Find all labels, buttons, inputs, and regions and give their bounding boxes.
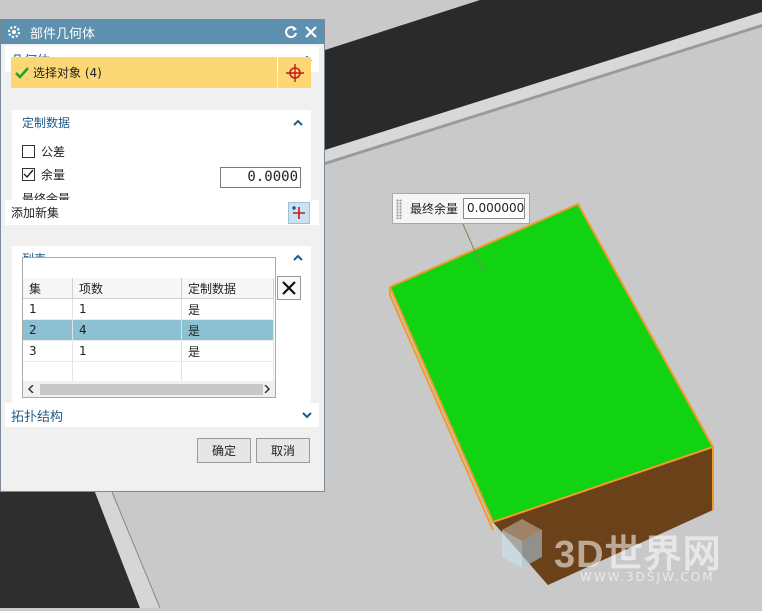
chevron-up-icon[interactable] xyxy=(292,117,304,129)
tolerance-checkbox[interactable] xyxy=(22,145,35,158)
custom-data-header[interactable]: 定制数据 xyxy=(22,114,70,130)
table-header-row: 集 项数 定制数据 xyxy=(23,278,274,299)
table-row-empty xyxy=(23,361,274,383)
float-value-input[interactable]: 0.0000000 xyxy=(463,198,526,219)
stock-label: 余量 xyxy=(41,168,66,182)
float-label-text: 最终余量 xyxy=(410,202,459,216)
scroll-right-icon[interactable] xyxy=(263,385,271,393)
scrollbar-thumb[interactable] xyxy=(40,384,263,395)
cell-count: 1 xyxy=(72,298,182,320)
custom-data-title: 定制数据 xyxy=(22,115,71,130)
topology-section-header[interactable]: 拓扑结构 xyxy=(5,403,319,427)
drag-grip-icon[interactable] xyxy=(396,198,402,219)
table-row[interactable]: 1 1 是 xyxy=(23,298,274,320)
cell-set: 1 xyxy=(23,298,73,320)
add-set-icon xyxy=(292,206,305,219)
horizontal-scrollbar[interactable] xyxy=(23,381,275,397)
add-new-set-label: 添加新集 xyxy=(11,206,60,220)
add-new-set-row: 添加新集 xyxy=(5,200,319,225)
column-header-count[interactable]: 项数 xyxy=(72,278,182,299)
watermark-url: WWW.3DSJW.COM xyxy=(580,570,715,584)
final-stock-input[interactable]: 0.0000 xyxy=(220,167,301,188)
add-new-set-button[interactable] xyxy=(288,202,310,224)
crosshair-icon xyxy=(285,63,304,82)
stock-checkbox-row[interactable]: 余量 xyxy=(22,166,65,183)
checkmark-icon xyxy=(23,169,34,179)
chevron-down-icon[interactable] xyxy=(301,409,313,421)
cell-count: 4 xyxy=(72,319,182,341)
column-header-set[interactable]: 集 xyxy=(23,278,73,299)
set-list-table[interactable]: 集 项数 定制数据 1 1 是 2 4 是 3 1 是 xyxy=(23,278,274,383)
select-object-label: 选择对象 (4) xyxy=(33,66,102,80)
watermark: 3D世界网 WWW.3DSJW.COM xyxy=(480,515,762,608)
table-row[interactable]: 3 1 是 xyxy=(23,340,274,362)
cell-custom: 是 xyxy=(181,298,274,320)
tolerance-label: 公差 xyxy=(41,145,66,159)
final-stock-float-label[interactable]: 最终余量 0.0000000 xyxy=(392,193,530,224)
ok-button[interactable]: 确定 xyxy=(197,438,251,463)
cell-custom: 是 xyxy=(181,319,274,341)
reset-icon[interactable] xyxy=(283,24,299,40)
chevron-up-icon[interactable] xyxy=(292,252,304,264)
checkmark-icon xyxy=(15,66,29,79)
cell-custom: 是 xyxy=(181,340,274,362)
cancel-button[interactable]: 取消 xyxy=(256,438,310,463)
table-row-selected[interactable]: 2 4 是 xyxy=(23,319,274,341)
gear-icon xyxy=(7,25,21,39)
scroll-left-icon[interactable] xyxy=(27,385,35,393)
cell-set: 2 xyxy=(23,319,73,341)
dialog-title-bar[interactable]: 部件几何体 xyxy=(1,20,324,44)
tolerance-checkbox-row[interactable]: 公差 xyxy=(22,143,65,160)
column-header-custom[interactable]: 定制数据 xyxy=(181,278,274,299)
cell-count: 1 xyxy=(72,340,182,362)
close-icon[interactable] xyxy=(303,24,319,40)
dialog-title: 部件几何体 xyxy=(30,26,96,42)
select-object-row[interactable]: 选择对象 (4) xyxy=(11,57,311,88)
cell-set: 3 xyxy=(23,340,73,362)
delete-x-icon xyxy=(282,281,296,295)
topology-section-title: 拓扑结构 xyxy=(11,409,64,425)
stock-checkbox[interactable] xyxy=(22,168,35,181)
select-object-field[interactable]: 选择对象 (4) xyxy=(11,57,277,88)
delete-set-button[interactable] xyxy=(277,276,301,300)
select-target-button[interactable] xyxy=(278,57,311,88)
